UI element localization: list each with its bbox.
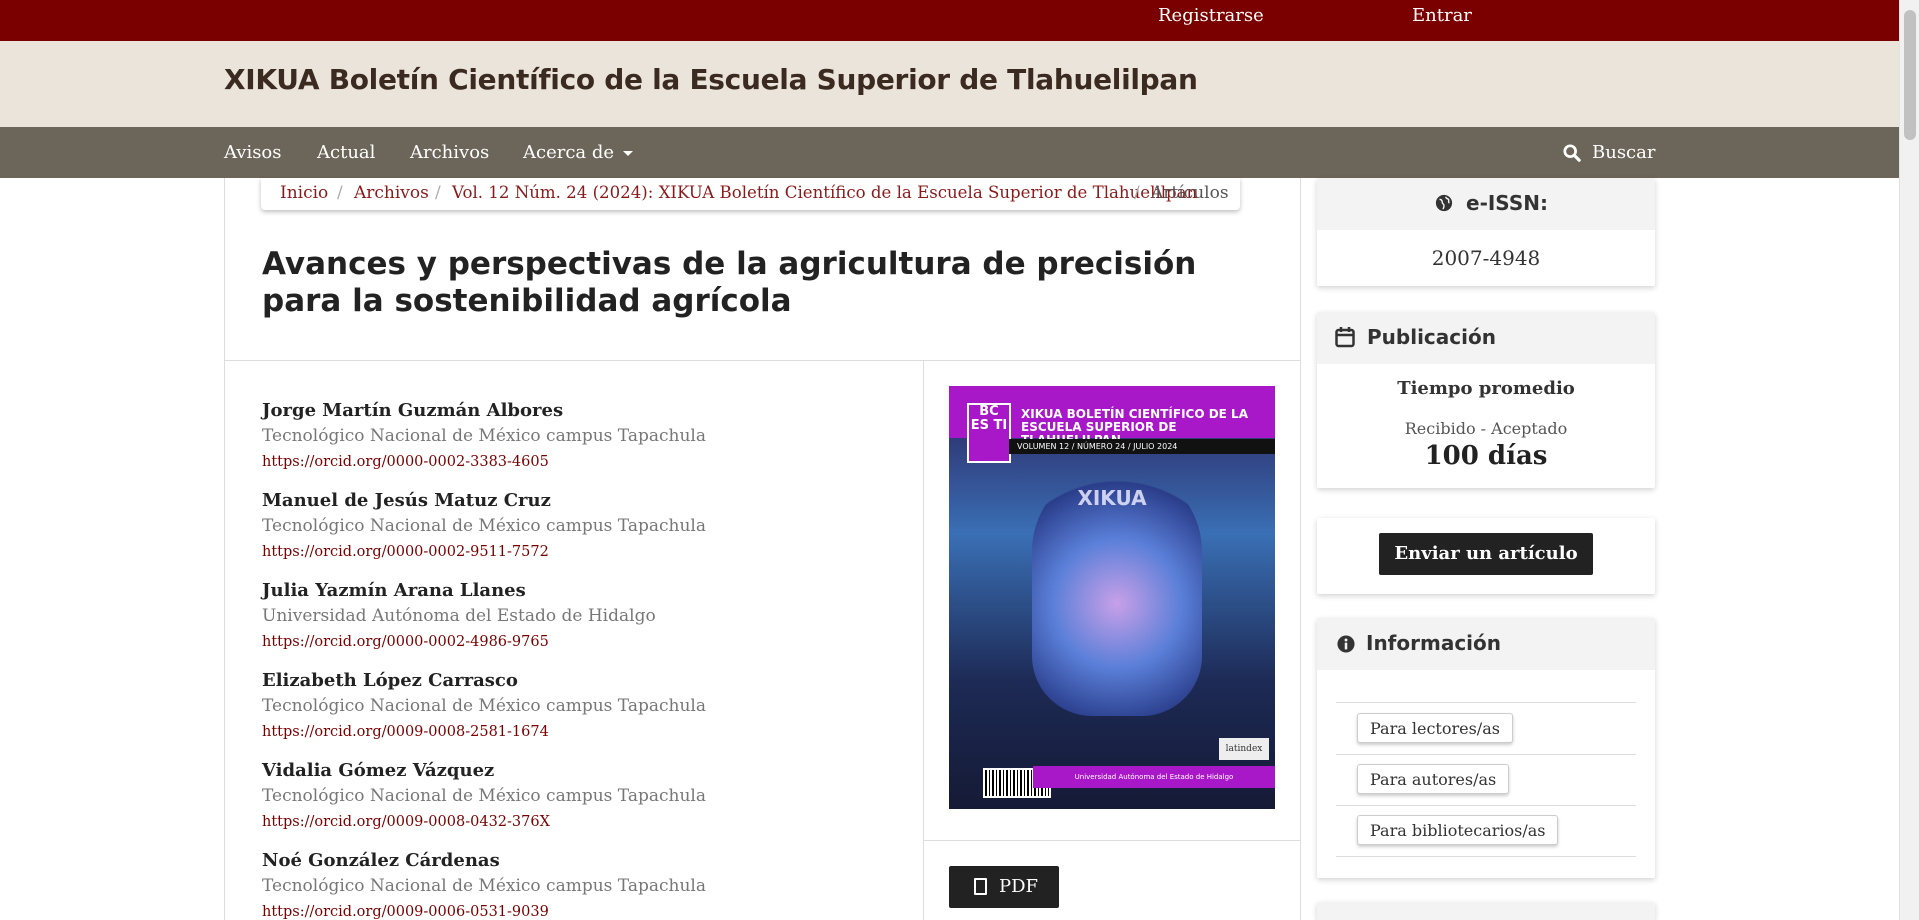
author-name: Jorge Martín Guzmán Albores: [262, 400, 564, 421]
search-link[interactable]: Buscar: [1592, 142, 1655, 163]
author-orcid-link[interactable]: https://orcid.org/0009-0008-2581-1674: [262, 724, 549, 740]
eissn-value: 2007-4948: [1431, 246, 1541, 270]
breadcrumb-home[interactable]: Inicio: [280, 183, 328, 203]
file-pdf-icon: [974, 878, 987, 895]
breadcrumb-separator: /: [337, 183, 343, 203]
publication-days: 100 días: [1424, 441, 1548, 471]
author-affiliation: Tecnológico Nacional de México campus Ta…: [262, 696, 706, 716]
pdf-download-button[interactable]: PDF: [949, 866, 1059, 908]
divider: [1336, 754, 1636, 755]
chevron-down-icon: [623, 150, 634, 156]
scrollbar-thumb[interactable]: [1904, 10, 1916, 140]
author-name: Vidalia Gómez Vázquez: [262, 760, 495, 781]
divider: [1336, 702, 1636, 703]
cover-bottom-band: Universidad Autónoma del Estado de Hidal…: [1033, 766, 1275, 788]
publication-caption: Recibido - Aceptado: [1404, 419, 1568, 438]
cover-logo-text: BC ES TI: [970, 404, 1008, 433]
readers-link-button[interactable]: Para lectores/as: [1357, 713, 1513, 743]
nav-item-actual[interactable]: Actual: [317, 142, 375, 163]
page-scrollbar[interactable]: [1899, 0, 1919, 920]
submit-block: Enviar un artículo: [1317, 518, 1655, 594]
author-affiliation: Universidad Autónoma del Estado de Hidal…: [262, 606, 656, 626]
search-icon[interactable]: [1563, 144, 1581, 162]
issue-cover-image[interactable]: BC ES TI XIKUA BOLETÍN CIENTÍFICO DE LA …: [949, 386, 1275, 809]
breadcrumb-archives[interactable]: Archivos: [354, 183, 429, 203]
author-name: Noé González Cárdenas: [262, 850, 500, 871]
divider: [924, 840, 1300, 841]
publication-title: Publicación: [1367, 325, 1496, 349]
author-affiliation: Tecnológico Nacional de México campus Ta…: [262, 786, 706, 806]
author-name: Julia Yazmín Arana Llanes: [262, 580, 526, 601]
author-orcid-link[interactable]: https://orcid.org/0000-0002-3383-4605: [262, 454, 549, 470]
author-orcid-link[interactable]: https://orcid.org/0009-0006-0531-9039: [262, 904, 549, 920]
breadcrumb-current: Artículos: [1151, 183, 1229, 203]
publication-subtitle: Tiempo promedio: [1397, 378, 1575, 399]
breadcrumb: Inicio / Archivos / Vol. 12 Núm. 24 (202…: [261, 178, 1240, 210]
cover-volume-line: VOLUMEN 12 / NÚMERO 24 / JULIO 2024: [1009, 439, 1275, 454]
information-header: Información: [1317, 618, 1655, 670]
site-title[interactable]: XIKUA Boletín Científico de la Escuela S…: [224, 63, 1198, 96]
author-orcid-link[interactable]: https://orcid.org/0009-0008-0432-376X: [262, 814, 550, 830]
next-sidebar-block: [1317, 902, 1655, 920]
author-affiliation: Tecnológico Nacional de México campus Ta…: [262, 426, 706, 446]
login-link[interactable]: Entrar: [1412, 5, 1472, 26]
author-name: Elizabeth López Carrasco: [262, 670, 518, 691]
eissn-block: e-ISSN: 2007-4948: [1317, 178, 1655, 286]
next-block-header: [1317, 902, 1655, 920]
nav-item-acerca-de[interactable]: Acerca de: [523, 142, 634, 163]
cover-latindex-logo: latindex: [1219, 738, 1269, 760]
cover-logo: BC ES TI: [967, 403, 1011, 463]
cover-xikua-text: XIKUA: [1077, 486, 1147, 510]
globe-icon: [1435, 194, 1453, 212]
pdf-button-label: PDF: [999, 876, 1039, 897]
submit-article-button[interactable]: Enviar un artículo: [1379, 533, 1593, 575]
author-name: Manuel de Jesús Matuz Cruz: [262, 490, 551, 511]
primary-nav: Avisos Actual Archivos Acerca de Buscar: [0, 127, 1899, 178]
column-divider: [923, 361, 924, 920]
site-header: XIKUA Boletín Científico de la Escuela S…: [0, 41, 1899, 127]
nav-item-acerca-de-label: Acerca de: [523, 142, 615, 163]
author-affiliation: Tecnológico Nacional de México campus Ta…: [262, 876, 706, 896]
article-title: Avances y perspectivas de la agricultura…: [262, 246, 1197, 319]
author-affiliation: Tecnológico Nacional de México campus Ta…: [262, 516, 706, 536]
author-orcid-link[interactable]: https://orcid.org/0000-0002-4986-9765: [262, 634, 549, 650]
user-bar: Registrarse Entrar: [0, 0, 1899, 41]
eissn-header: e-ISSN:: [1317, 178, 1655, 230]
divider: [1336, 805, 1636, 806]
publication-header: Publicación: [1317, 312, 1655, 364]
author-orcid-link[interactable]: https://orcid.org/0000-0002-9511-7572: [262, 544, 549, 560]
breadcrumb-issue[interactable]: Vol. 12 Núm. 24 (2024): XIKUA Boletín Ci…: [452, 183, 1197, 202]
divider: [224, 360, 1300, 361]
breadcrumb-separator: /: [1134, 183, 1140, 203]
calendar-icon: [1335, 327, 1355, 348]
nav-item-avisos[interactable]: Avisos: [224, 142, 282, 163]
divider: [1336, 856, 1636, 857]
eissn-title: e-ISSN:: [1466, 191, 1548, 215]
librarians-link-button[interactable]: Para bibliotecarios/as: [1357, 815, 1559, 845]
information-block: Información Para lectores/as Para autore…: [1317, 618, 1655, 878]
information-title: Información: [1366, 631, 1502, 655]
info-icon: [1337, 635, 1355, 653]
authors-link-button[interactable]: Para autores/as: [1357, 764, 1510, 794]
breadcrumb-separator: /: [435, 183, 441, 203]
publication-block: Publicación Tiempo promedio Recibido - A…: [1317, 312, 1655, 488]
nav-item-archivos[interactable]: Archivos: [410, 142, 489, 163]
register-link[interactable]: Registrarse: [1158, 5, 1264, 26]
